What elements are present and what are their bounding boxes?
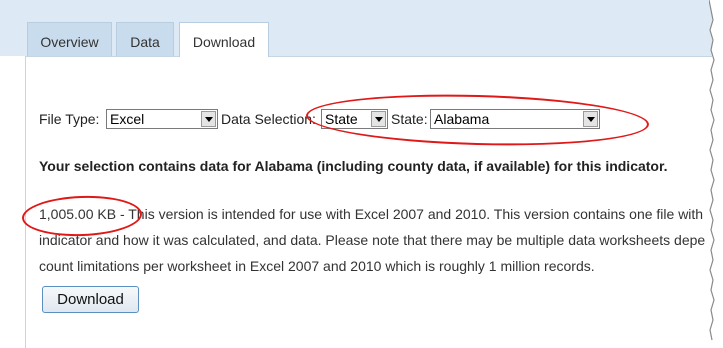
data-selection-label: Data Selection: [221,111,316,127]
chevron-down-icon [583,111,598,127]
torn-edge-decoration [709,0,723,348]
description-line-2: indicator and how it was calculated, and… [39,232,706,248]
data-selection-value: State [325,111,358,127]
chevron-down-icon [371,111,386,127]
state-label: State: [391,111,428,127]
tab-download-label: Download [192,34,256,50]
selection-note: Your selection contains data for Alabama… [39,158,668,174]
description-line-3: count limitations per worksheet in Excel… [39,258,595,274]
data-selection-select[interactable]: State [321,109,388,129]
state-value: Alabama [434,111,490,127]
download-page: Overview Data Download File Type: Excel … [0,0,723,348]
tab-overview-label: Overview [40,34,99,50]
file-type-label: File Type: [39,111,100,127]
download-button[interactable]: Download [42,286,139,313]
chevron-down-icon [201,111,216,127]
tab-overview[interactable]: Overview [27,22,112,56]
file-type-value: Excel [110,111,145,127]
description-line-1: 1,005.00 KB - This version is intended f… [39,206,704,222]
tab-download[interactable]: Download [179,22,269,57]
tab-data[interactable]: Data [116,22,174,56]
file-type-select[interactable]: Excel [106,109,218,129]
state-select[interactable]: Alabama [430,109,600,129]
tab-data-label: Data [130,34,160,50]
